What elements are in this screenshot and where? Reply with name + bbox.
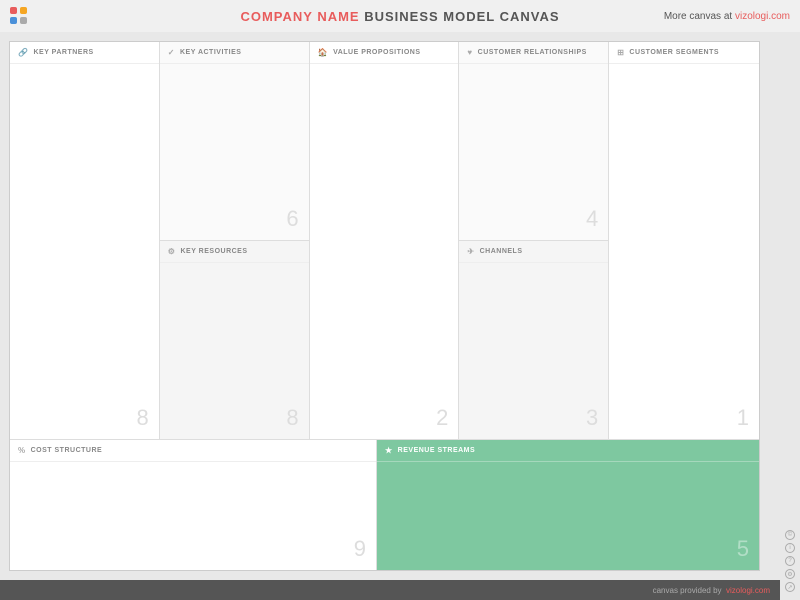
cost-structure-header: % COST STRUCTURE xyxy=(10,440,376,462)
value-props-header: 🏠 VALUE PROPOSITIONS xyxy=(310,42,459,64)
cost-structure-cell[interactable]: % COST STRUCTURE 9 xyxy=(10,440,377,570)
sidebar-icon-1[interactable]: © xyxy=(785,530,795,540)
logo-dots xyxy=(10,7,28,25)
value-props-label: VALUE PROPOSITIONS xyxy=(333,49,420,56)
key-resources-label: KEY RESOURCES xyxy=(180,248,247,255)
key-resources-cell[interactable]: ⚙ KEY RESOURCES 8 xyxy=(160,241,309,440)
logo-dot-4 xyxy=(20,17,27,24)
key-resources-header: ⚙ KEY RESOURCES xyxy=(160,241,309,263)
key-resources-icon: ⚙ xyxy=(168,247,176,256)
company-name: COMPANY NAME xyxy=(240,9,359,24)
logo-dot-3 xyxy=(10,17,17,24)
header-right: More canvas at vizologi.com xyxy=(664,11,790,22)
sidebar-icon-5[interactable]: ↗ xyxy=(785,582,795,592)
customer-segments-cell[interactable]: ⊞ CUSTOMER SEGMENTS 1 xyxy=(609,42,759,439)
sidebar-icon-2[interactable]: i xyxy=(785,543,795,553)
more-canvas-text: More canvas at xyxy=(664,11,732,22)
revenue-streams-cell[interactable]: ★ REVENUE STREAMS 5 xyxy=(377,440,759,570)
app-container: COMPANY NAME BUSINESS MODEL CANVAS More … xyxy=(0,0,800,600)
key-activities-header: ✓ KEY ACTIVITIES xyxy=(160,42,309,64)
revenue-streams-label: REVENUE STREAMS xyxy=(398,447,476,454)
value-props-number: 2 xyxy=(436,405,448,431)
right-sidebar: © i ? ⚙ ↗ xyxy=(780,32,800,600)
customer-segments-icon: ⊞ xyxy=(617,48,624,57)
key-partners-header: 🔗 KEY PARTNERS xyxy=(10,42,159,64)
cost-structure-number: 9 xyxy=(354,536,366,562)
revenue-streams-header: ★ REVENUE STREAMS xyxy=(377,440,759,462)
canvas-title: BUSINESS MODEL CANVAS xyxy=(364,9,559,24)
canvas: 🔗 KEY PARTNERS 8 ✓ KEY ACTIVITIES 6 xyxy=(9,41,760,571)
activities-resources-col: ✓ KEY ACTIVITIES 6 ⚙ KEY RESOURCES 8 xyxy=(160,42,310,439)
key-activities-icon: ✓ xyxy=(168,48,175,57)
footer: canvas provided by vizologi.com xyxy=(0,580,780,600)
channels-icon: ✈ xyxy=(467,247,474,256)
channels-number: 3 xyxy=(586,405,598,431)
value-propositions-cell[interactable]: 🏠 VALUE PROPOSITIONS 2 xyxy=(310,42,460,439)
customer-relationships-cell[interactable]: ♥ CUSTOMER RELATIONSHIPS 4 xyxy=(459,42,608,241)
cost-structure-label: COST STRUCTURE xyxy=(31,447,103,454)
footer-text: canvas provided by xyxy=(653,586,722,595)
sidebar-icon-3[interactable]: ? xyxy=(785,556,795,566)
customer-segments-header: ⊞ CUSTOMER SEGMENTS xyxy=(609,42,759,64)
key-resources-number: 8 xyxy=(286,405,298,431)
sidebar-icon-4[interactable]: ⚙ xyxy=(785,569,795,579)
key-activities-number: 6 xyxy=(286,206,298,232)
customer-rel-number: 4 xyxy=(586,206,598,232)
value-props-icon: 🏠 xyxy=(318,48,328,57)
channels-header: ✈ CHANNELS xyxy=(459,241,608,263)
customer-rel-label: CUSTOMER RELATIONSHIPS xyxy=(478,49,587,56)
logo-dot-2 xyxy=(20,7,27,14)
canvas-bottom: % COST STRUCTURE 9 ★ REVENUE STREAMS 5 xyxy=(10,440,759,570)
customer-rel-header: ♥ CUSTOMER RELATIONSHIPS xyxy=(459,42,608,64)
vizologi-header-link[interactable]: vizologi.com xyxy=(735,11,790,22)
key-partners-icon: 🔗 xyxy=(18,48,28,57)
logo xyxy=(10,7,28,25)
vizologi-footer-link[interactable]: vizologi.com xyxy=(726,586,770,595)
logo-dot-1 xyxy=(10,7,17,14)
key-partners-label: KEY PARTNERS xyxy=(33,49,93,56)
key-partners-number: 8 xyxy=(137,405,149,431)
revenue-streams-number: 5 xyxy=(737,536,749,562)
customer-segments-label: CUSTOMER SEGMENTS xyxy=(629,49,719,56)
header-title: COMPANY NAME BUSINESS MODEL CANVAS xyxy=(240,9,559,24)
channels-label: CHANNELS xyxy=(480,248,523,255)
key-activities-cell[interactable]: ✓ KEY ACTIVITIES 6 xyxy=(160,42,309,241)
canvas-top: 🔗 KEY PARTNERS 8 ✓ KEY ACTIVITIES 6 xyxy=(10,42,759,440)
revenue-streams-icon: ★ xyxy=(385,446,393,455)
customer-channels-col: ♥ CUSTOMER RELATIONSHIPS 4 ✈ CHANNELS 3 xyxy=(459,42,609,439)
key-partners-cell[interactable]: 🔗 KEY PARTNERS 8 xyxy=(10,42,160,439)
cost-structure-icon: % xyxy=(18,446,26,455)
header: COMPANY NAME BUSINESS MODEL CANVAS More … xyxy=(0,0,800,32)
key-activities-label: KEY ACTIVITIES xyxy=(180,49,241,56)
customer-segments-number: 1 xyxy=(737,405,749,431)
customer-rel-icon: ♥ xyxy=(467,48,472,57)
channels-cell[interactable]: ✈ CHANNELS 3 xyxy=(459,241,608,440)
